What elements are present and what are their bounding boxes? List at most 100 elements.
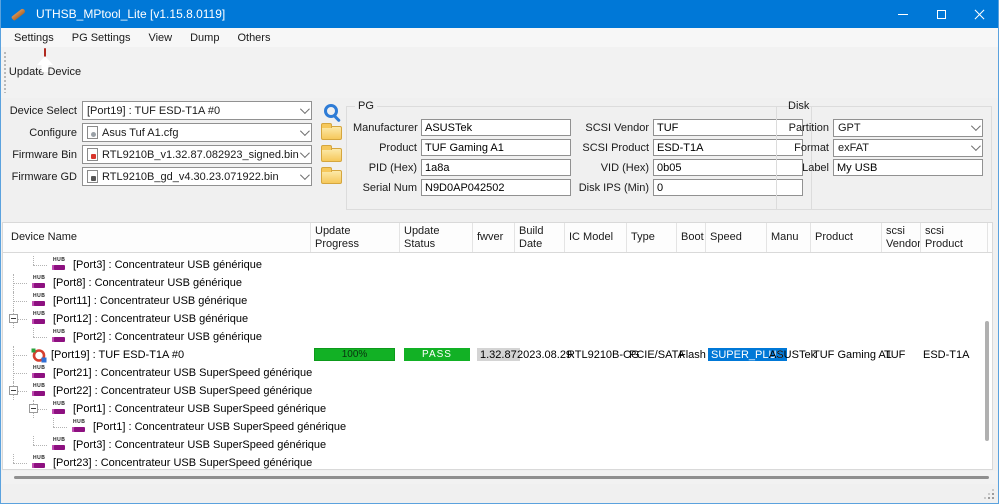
minimize-button[interactable] <box>884 0 922 28</box>
pid-hex--field[interactable] <box>421 159 571 176</box>
field-label: Manufacturer <box>353 122 417 134</box>
tree-row[interactable]: [Port1] : Concentrateur USB SuperSpeed g… <box>3 418 983 436</box>
firmware-gd-combobox[interactable]: RTL9210B_gd_v4.30.23.071922.bin <box>82 167 312 186</box>
chevron-down-icon <box>300 148 310 158</box>
column-header-progress[interactable]: Update Progress <box>311 223 400 252</box>
column-header-build_date[interactable]: Build Date <box>515 223 565 252</box>
format-combobox[interactable]: exFAT <box>833 139 983 157</box>
pg-right-column: SCSI VendorSCSI ProductVID (Hex)Disk IPS… <box>575 119 803 199</box>
field-label: SCSI Vendor <box>575 122 649 134</box>
pg-field-row: Manufacturer <box>353 119 571 136</box>
minimize-icon <box>898 14 908 15</box>
usb-hub-icon <box>31 277 48 290</box>
pg-field-row: Serial Num <box>353 179 571 196</box>
usb-hub-icon <box>31 295 48 308</box>
pg-field-row: SCSI Product <box>575 139 803 156</box>
horizontal-scrollbar[interactable] <box>2 471 997 484</box>
browse-folder-button[interactable] <box>317 121 345 145</box>
usb-hub-icon <box>51 403 68 416</box>
tree-row[interactable]: [Port2] : Concentrateur USB générique <box>3 328 983 346</box>
configure-combobox[interactable]: Asus Tuf A1.cfg <box>82 123 312 142</box>
column-header-ic_model[interactable]: IC Model <box>565 223 627 252</box>
column-header-name[interactable]: Device Name <box>3 223 311 252</box>
update-device-button[interactable]: Update Device <box>8 49 82 78</box>
column-header-manu[interactable]: Manu <box>767 223 811 252</box>
menu-pg-settings[interactable]: PG Settings <box>63 30 140 46</box>
column-header-speed[interactable]: Speed <box>706 223 767 252</box>
collapse-expander-icon[interactable] <box>9 386 18 395</box>
vertical-scrollbar-thumb[interactable] <box>985 321 989 441</box>
disk-fields: PartitionGPT FormatexFAT Label <box>783 119 983 176</box>
field-label: Product <box>353 142 417 154</box>
toolbar-grip[interactable] <box>4 52 6 93</box>
menu-view[interactable]: View <box>139 30 181 46</box>
manufacturer-field[interactable] <box>421 119 571 136</box>
tree-row[interactable]: [Port3] : Concentrateur USB SuperSpeed g… <box>3 436 983 454</box>
usb-hub-icon <box>31 313 48 326</box>
type-cell: PCIE/SATA <box>629 348 685 362</box>
pg-field-row: Product <box>353 139 571 156</box>
tree-connector <box>29 400 51 418</box>
column-header-fwver[interactable]: fwver <box>473 223 515 252</box>
update-device-icon <box>44 48 46 65</box>
tree-row[interactable]: [Port11] : Concentrateur USB générique <box>3 292 983 310</box>
vertical-scrollbar[interactable] <box>983 254 992 469</box>
field-label: Firmware GD <box>7 171 77 183</box>
maximize-button[interactable] <box>922 0 960 28</box>
tree-connector <box>29 436 51 454</box>
menu-others[interactable]: Others <box>228 30 279 46</box>
tree-connector <box>9 292 31 310</box>
disk-field-row: Label <box>783 159 983 176</box>
table-body: [Port3] : Concentrateur USB générique[Po… <box>3 254 983 469</box>
column-header-status[interactable]: Update Status <box>400 223 473 252</box>
close-button[interactable] <box>960 0 998 28</box>
tree-row[interactable]: [Port23] : Concentrateur USB SuperSpeed … <box>3 454 983 469</box>
device-form-row: Firmware GD RTL9210B_gd_v4.30.23.071922.b… <box>7 167 345 186</box>
menu-dump[interactable]: Dump <box>181 30 228 46</box>
pg-left-column: ManufacturerProductPID (Hex)Serial Num <box>353 119 571 199</box>
usb-hub-icon <box>51 331 68 344</box>
collapse-expander-icon[interactable] <box>9 314 18 323</box>
browse-folder-button[interactable] <box>317 143 345 167</box>
column-header-scsi_vendor[interactable]: scsi Vendor <box>882 223 921 252</box>
disk-field-row: FormatexFAT <box>783 139 983 156</box>
column-header-boot[interactable]: Boot <box>677 223 706 252</box>
tree-row-label: [Port12] : Concentrateur USB générique <box>53 313 248 325</box>
update-progress-bar: 100% <box>314 348 395 361</box>
tree-row[interactable]: [Port12] : Concentrateur USB générique <box>3 310 983 328</box>
label-field[interactable] <box>833 159 983 176</box>
usb-hub-icon <box>71 421 88 434</box>
tree-row[interactable]: [Port8] : Concentrateur USB générique <box>3 274 983 292</box>
folder-icon <box>321 126 342 140</box>
horizontal-scrollbar-thumb[interactable] <box>14 476 989 479</box>
tree-row[interactable]: [Port21] : Concentrateur USB SuperSpeed … <box>3 364 983 382</box>
maximize-icon <box>937 10 946 19</box>
serial-num-field[interactable] <box>421 179 571 196</box>
browse-folder-button[interactable] <box>317 165 345 189</box>
column-header-scsi_product[interactable]: scsi Product <box>921 223 988 252</box>
collapse-expander-icon[interactable] <box>29 404 38 413</box>
tree-row-label: [Port2] : Concentrateur USB générique <box>73 331 262 343</box>
app-icon <box>10 6 28 22</box>
tree-row[interactable]: [Port1] : Concentrateur USB SuperSpeed g… <box>3 400 983 418</box>
partition-combobox[interactable]: GPT <box>833 119 983 137</box>
menu-settings[interactable]: Settings <box>5 30 63 46</box>
field-label: Configure <box>7 127 77 139</box>
firmware-bin-combobox[interactable]: RTL9210B_v1.32.87.082923_signed.bin <box>82 145 312 164</box>
column-header-type[interactable]: Type <box>627 223 677 252</box>
resize-grip-icon[interactable] <box>986 491 994 499</box>
tree-row[interactable]: [Port3] : Concentrateur USB générique <box>3 256 983 274</box>
device-select-combobox[interactable]: [Port19] : TUF ESD-T1A #0 <box>82 101 312 120</box>
disk-field-row: PartitionGPT <box>783 119 983 136</box>
tree-row[interactable]: [Port19] : TUF ESD-T1A #0100%PASS1.32.87… <box>3 346 983 364</box>
column-header-product[interactable]: Product <box>811 223 882 252</box>
product-field[interactable] <box>421 139 571 156</box>
search-icon <box>324 104 338 118</box>
tree-connector <box>9 454 31 469</box>
tree-row[interactable]: [Port22] : Concentrateur USB SuperSpeed … <box>3 382 983 400</box>
search-button[interactable] <box>317 99 345 123</box>
folder-icon <box>321 170 342 184</box>
combobox-value: exFAT <box>838 142 869 154</box>
combobox-value: RTL9210B_v1.32.87.082923_signed.bin <box>102 149 299 161</box>
chevron-down-icon <box>971 141 981 151</box>
